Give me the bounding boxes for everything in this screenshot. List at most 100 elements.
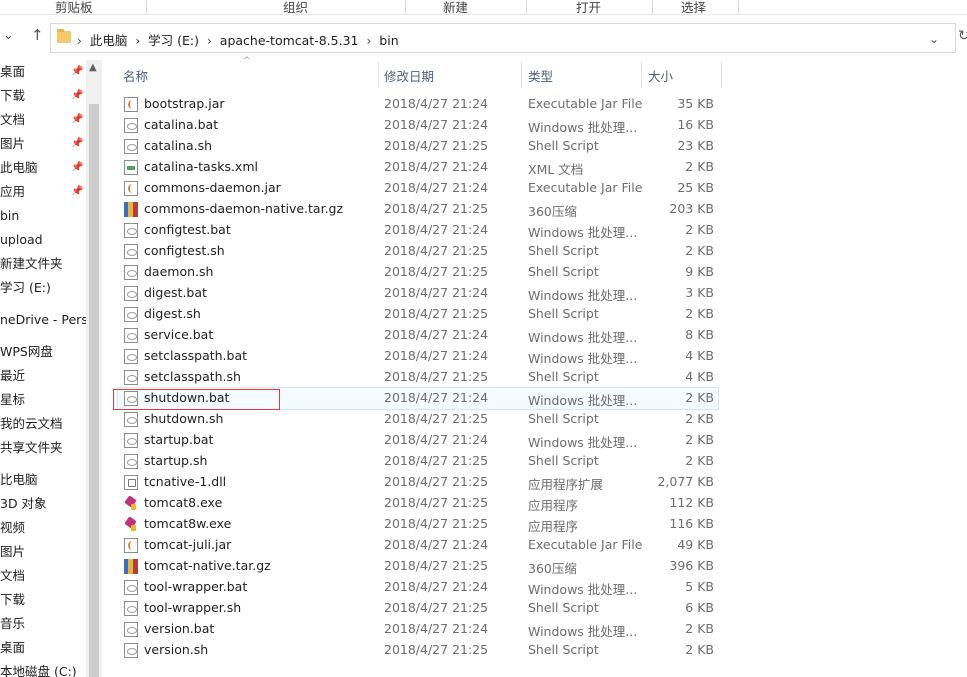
column-type-header[interactable]: 类型 [528, 66, 553, 85]
column-divider[interactable] [378, 62, 379, 88]
file-type: Windows 批处理... [528, 393, 638, 408]
file-row[interactable]: tomcat-juli.jar 2018/4/27 21:24 Executable… [118, 535, 718, 556]
file-row[interactable]: catalina.sh 2018/4/27 21:25 Shell Script 23… [118, 136, 718, 157]
sidebar-item[interactable]: 图片 📌 [0, 134, 83, 154]
column-divider[interactable] [721, 62, 722, 88]
breadcrumb-tomcat-folder[interactable]: apache-tomcat-8.5.31 [220, 33, 359, 48]
navigation-scrollbar[interactable]: ▲ [86, 60, 102, 677]
file-row[interactable]: commons-daemon-native.tar.gz 2018/4/27 21… [118, 199, 718, 220]
file-date: 2018/4/27 21:25 [384, 138, 489, 153]
file-row[interactable]: digest.sh 2018/4/27 21:25 Shell Script 2 KB [118, 304, 718, 325]
sidebar-item[interactable]: bin [0, 206, 19, 226]
column-divider[interactable] [641, 62, 642, 88]
file-row[interactable]: commons-daemon.jar 2018/4/27 21:24 Executa… [118, 178, 718, 199]
file-row[interactable]: setclasspath.sh 2018/4/27 21:25 Shell Scri… [118, 367, 718, 388]
sidebar-item[interactable]: 本地磁盘 (C:) [0, 662, 77, 677]
sidebar-item-label: 学习 (E:) [0, 280, 51, 295]
pin-icon: 📌 [71, 162, 84, 173]
sidebar-item[interactable]: 学习 (E:) [0, 278, 51, 298]
file-row[interactable]: tomcat8.exe 2018/4/27 21:25 应用程序 112 KB [118, 493, 718, 514]
breadcrumb-bin[interactable]: bin [379, 33, 398, 48]
up-arrow-icon[interactable]: ↑ [31, 26, 44, 44]
file-size: 396 KB [669, 558, 714, 573]
column-name-header[interactable]: 名称 [123, 66, 148, 85]
sidebar-item[interactable]: 此电脑 📌 [0, 158, 83, 178]
recent-locations-dropdown-icon[interactable]: ⌄ [3, 28, 14, 43]
file-row[interactable]: tomcat8w.exe 2018/4/27 21:25 应用程序 116 KB [118, 514, 718, 535]
file-row[interactable]: tool-wrapper.sh 2018/4/27 21:25 Shell Scri… [118, 598, 718, 619]
sidebar-item-label: 共享文件夹 [0, 440, 63, 455]
breadcrumb-separator[interactable]: › [366, 34, 371, 48]
sidebar-item[interactable]: 我的云文档 [0, 414, 63, 434]
sidebar-item[interactable]: 下载 [0, 590, 25, 610]
sidebar-item[interactable]: 桌面 📌 [0, 62, 83, 82]
sidebar-item[interactable]: WPS网盘 [0, 342, 53, 362]
address-dropdown-icon[interactable]: ⌄ [929, 32, 939, 46]
column-divider[interactable] [521, 62, 522, 88]
sidebar-item[interactable]: 星标 [0, 390, 25, 410]
sh-file-icon [124, 370, 138, 385]
file-date: 2018/4/27 21:24 [384, 222, 489, 237]
file-row[interactable]: version.sh 2018/4/27 21:25 Shell Script 2 K… [118, 640, 718, 661]
ribbon-group-open: 打开 [576, 0, 602, 15]
sidebar-item[interactable]: 图片 [0, 542, 25, 562]
file-row[interactable]: service.bat 2018/4/27 21:24 Windows 批处理...… [118, 325, 718, 346]
bat-file-icon [124, 223, 138, 238]
file-row[interactable]: tool-wrapper.bat 2018/4/27 21:24 Windows 批… [118, 577, 718, 598]
file-date: 2018/4/27 21:25 [384, 558, 489, 573]
file-size: 2 KB [685, 453, 714, 468]
sidebar-item[interactable]: neDrive - Perso [0, 310, 86, 330]
dll-file-icon [124, 475, 138, 490]
file-date: 2018/4/27 21:24 [384, 579, 489, 594]
sidebar-item[interactable]: 桌面 [0, 638, 25, 658]
file-row[interactable]: digest.bat 2018/4/27 21:24 Windows 批处理... 3… [118, 283, 718, 304]
breadcrumb-drive-e[interactable]: 学习 (E:) [148, 30, 199, 49]
refresh-icon[interactable]: ↻ [958, 28, 967, 44]
sidebar-item[interactable]: 最近 [0, 366, 25, 386]
sidebar-item[interactable]: 文档 [0, 566, 25, 586]
scroll-thumb[interactable] [89, 104, 99, 677]
breadcrumb-separator[interactable]: › [207, 34, 212, 48]
sidebar-item[interactable]: 共享文件夹 [0, 438, 63, 458]
sidebar-item[interactable]: 音乐 [0, 614, 25, 634]
ribbon-divider [526, 0, 527, 14]
file-row[interactable]: configtest.bat 2018/4/27 21:24 Windows 批处理… [118, 220, 718, 241]
file-row[interactable]: setclasspath.bat 2018/4/27 21:24 Windows 批… [118, 346, 718, 367]
sidebar-item[interactable]: 文档 📌 [0, 110, 83, 130]
column-date-header[interactable]: 修改日期 [384, 66, 434, 85]
breadcrumb-separator[interactable]: › [135, 34, 140, 48]
file-type: Shell Script [528, 453, 599, 468]
file-row[interactable]: catalina.bat 2018/4/27 21:24 Windows 批处理..… [118, 115, 718, 136]
file-type: Shell Script [528, 600, 599, 615]
sidebar-item[interactable]: 比电脑 [0, 470, 38, 490]
file-row[interactable]: configtest.sh 2018/4/27 21:25 Shell Script… [118, 241, 718, 262]
sh-file-icon [124, 265, 138, 280]
address-row: ⌄ ↑ › 此电脑 › 学习 (E:) › apache-tomcat-8.5.31 › bi… [0, 22, 967, 54]
sidebar-item-label: 最近 [0, 368, 26, 383]
scroll-up-icon[interactable]: ▲ [89, 62, 97, 73]
sidebar-item[interactable]: 新建文件夹 [0, 254, 63, 274]
file-row[interactable]: daemon.sh 2018/4/27 21:25 Shell Script 9 KB [118, 262, 718, 283]
sidebar-item[interactable]: 下载 📌 [0, 86, 83, 106]
file-row[interactable]: tomcat-native.tar.gz 2018/4/27 21:25 360压缩… [118, 556, 718, 577]
file-row[interactable]: startup.sh 2018/4/27 21:25 Shell Script 2 K… [118, 451, 718, 472]
jar-file-icon [124, 97, 138, 112]
file-type: Windows 批处理... [528, 435, 638, 450]
file-row[interactable]: startup.bat 2018/4/27 21:24 Windows 批处理...… [118, 430, 718, 451]
sidebar-item[interactable]: 视频 [0, 518, 25, 538]
address-bar[interactable]: › 此电脑 › 学习 (E:) › apache-tomcat-8.5.31 › bin ⌄ [50, 23, 956, 53]
sidebar-item[interactable]: 3D 对象 [0, 494, 47, 514]
file-row[interactable]: bootstrap.jar 2018/4/27 21:24 Executable J… [118, 94, 718, 115]
file-row[interactable]: catalina-tasks.xml 2018/4/27 21:24 XML 文档 2… [118, 157, 718, 178]
file-row[interactable]: shutdown.sh 2018/4/27 21:25 Shell Script 2 … [118, 409, 718, 430]
column-size-header[interactable]: 大小 [648, 66, 673, 85]
sidebar-item[interactable]: 应用 📌 [0, 182, 83, 202]
file-size: 2 KB [685, 222, 714, 237]
file-type: 360压缩 [528, 561, 577, 576]
file-row[interactable]: version.bat 2018/4/27 21:24 Windows 批处理...… [118, 619, 718, 640]
sidebar-item[interactable]: upload [0, 230, 43, 250]
file-date: 2018/4/27 21:24 [384, 180, 489, 195]
file-row[interactable]: tcnative-1.dll 2018/4/27 21:25 应用程序扩展 2,077… [118, 472, 718, 493]
file-type: Windows 批处理... [528, 120, 638, 135]
breadcrumb-this-pc[interactable]: 此电脑 [90, 30, 128, 49]
